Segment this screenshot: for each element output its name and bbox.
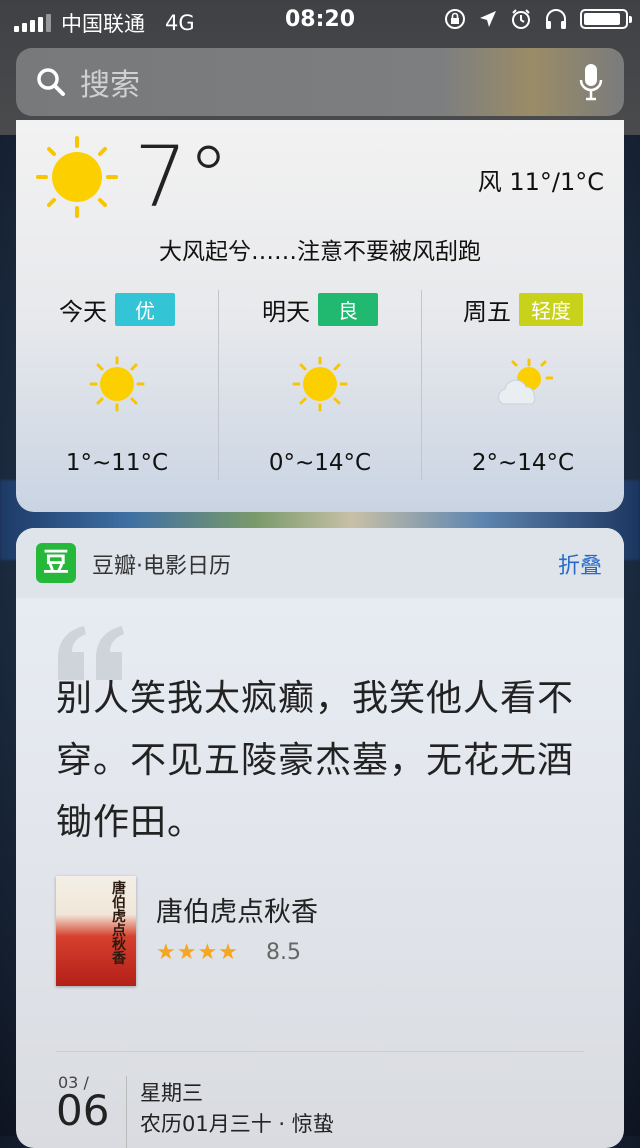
- weather-message: 大风起兮……注意不要被风刮跑: [159, 239, 481, 265]
- status-right: [444, 8, 632, 30]
- weather-widget[interactable]: 7° 风 11°/1°C 大风起兮……注意不要被风刮跑 今天 优 1°~11°C: [16, 120, 624, 512]
- location-arrow-icon: [480, 11, 496, 27]
- forecast-day-label: 今天: [59, 298, 107, 326]
- forecast-day-label: 明天: [262, 298, 310, 326]
- movie-quote: 别人笑我太疯癫，我笑他人看不穿。不见五陵豪杰墓，无花无酒锄作田。: [56, 678, 575, 843]
- movie-poster[interactable]: 唐伯虎点秋香: [56, 876, 136, 986]
- aqi-badge: 优: [115, 293, 175, 326]
- fold-button[interactable]: 折叠: [558, 548, 602, 580]
- current-temperature: 7°: [134, 128, 230, 226]
- forecast-day-label: 周五: [463, 298, 511, 326]
- movie-title[interactable]: 唐伯虎点秋香: [156, 890, 318, 929]
- forecast-range: 0°~14°C: [268, 450, 372, 476]
- rating-stars-icon: ★★★★: [156, 940, 239, 965]
- search-icon: [37, 68, 65, 96]
- aqi-badge: 轻度: [519, 293, 583, 326]
- sun-icon: [292, 356, 348, 412]
- divider: [56, 1051, 584, 1052]
- search-placeholder: 搜索: [80, 68, 140, 103]
- forecast-range: 1°~11°C: [65, 450, 169, 476]
- sun-icon: [36, 136, 118, 218]
- douban-logo: 豆: [36, 543, 76, 583]
- alarm-icon: [512, 9, 530, 29]
- status-bar: 中国联通 4G 08:20: [0, 0, 640, 40]
- forecast-columns: 今天 优 1°~11°C 明天 良 0°~14°C 周五 轻度 2°~14°C: [16, 290, 624, 480]
- date-separator: [126, 1076, 127, 1148]
- search-bar[interactable]: 搜索: [16, 48, 624, 116]
- forecast-day: 周五 轻度 2°~14°C: [421, 290, 624, 480]
- poster-title: 唐伯虎点秋香: [112, 881, 126, 967]
- douban-movie-calendar-widget[interactable]: 豆 豆瓣·电影日历 折叠 别人笑我太疯癫，我笑他人看不穿。不见五陵豪杰墓，无花无…: [16, 528, 624, 1148]
- date-day: 06: [56, 1086, 110, 1135]
- lunar-date: 农历01月三十 · 惊蛰: [140, 1112, 334, 1136]
- widget-title: 豆瓣·电影日历: [92, 554, 231, 579]
- aqi-badge: 良: [318, 293, 378, 326]
- partly-cloudy-icon: [498, 358, 553, 405]
- wind-info: 风 11°/1°C: [477, 168, 604, 196]
- weekday: 星期三: [140, 1081, 203, 1105]
- headphones-icon: [546, 9, 566, 29]
- rotation-lock-icon: [445, 9, 465, 29]
- battery-icon: [580, 9, 632, 29]
- sun-icon: [89, 356, 145, 412]
- forecast-range: 2°~14°C: [471, 450, 575, 476]
- forecast-day: 明天 良 0°~14°C: [218, 290, 421, 480]
- microphone-icon[interactable]: [578, 62, 604, 102]
- forecast-day: 今天 优 1°~11°C: [16, 290, 218, 480]
- rating-score: 8.5: [266, 940, 301, 965]
- widget-header: 豆 豆瓣·电影日历 折叠: [16, 528, 624, 598]
